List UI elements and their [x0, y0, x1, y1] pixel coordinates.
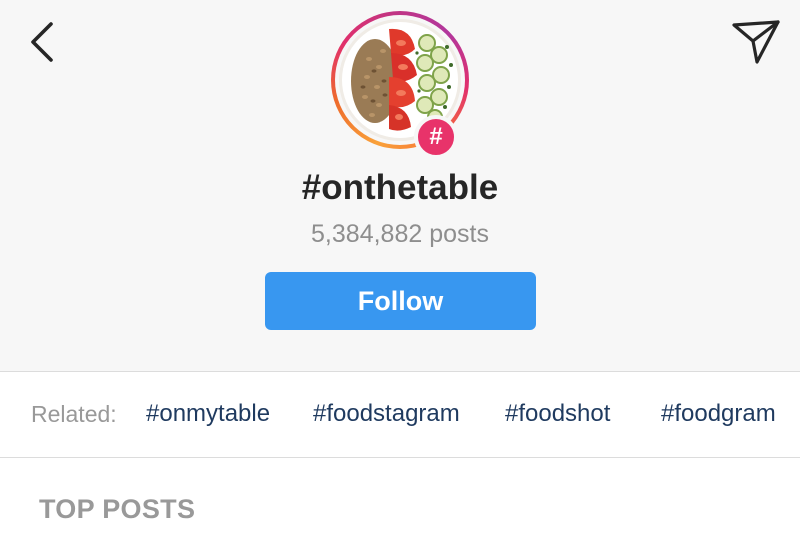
hashtag-header: # #onthetable 5,384,882 posts Follow: [0, 0, 800, 372]
related-tag-link[interactable]: #foodshot: [505, 400, 610, 428]
chevron-left-icon: [31, 22, 53, 62]
hashtag-badge-icon: #: [414, 115, 458, 159]
back-button[interactable]: [22, 18, 62, 66]
follow-button[interactable]: Follow: [265, 272, 536, 330]
related-tag-link[interactable]: #foodgram: [661, 400, 776, 428]
direct-send-icon: [732, 20, 780, 64]
post-count: 5,384,882 posts: [311, 220, 489, 248]
related-hashtags-bar: Related: #onmytable #foodstagram #foodsh…: [0, 373, 800, 458]
related-tag-link[interactable]: #foodstagram: [313, 400, 460, 428]
related-label: Related:: [31, 401, 117, 427]
related-tag-link[interactable]: #onmytable: [146, 400, 270, 428]
top-posts-heading: TOP POSTS: [39, 494, 196, 524]
share-button[interactable]: [728, 16, 784, 68]
hashtag-title: #onthetable: [301, 168, 499, 207]
